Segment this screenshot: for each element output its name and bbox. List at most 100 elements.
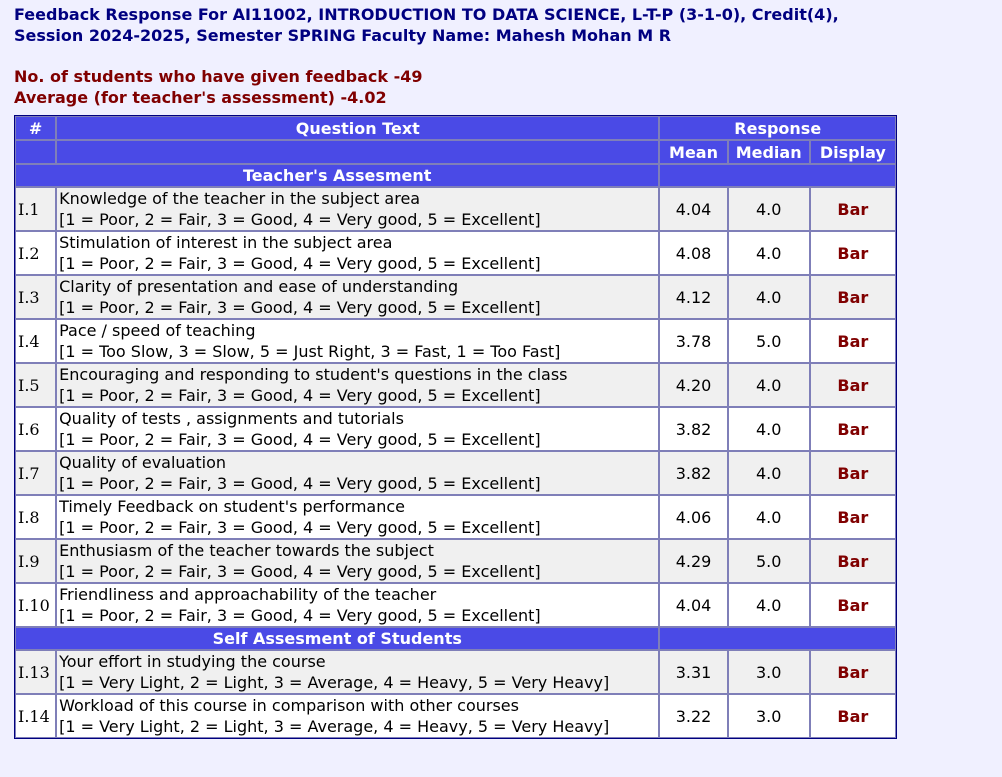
question-scale: [1 = Very Light, 2 = Light, 3 = Average,… — [59, 673, 610, 692]
display-bar-link[interactable]: Bar — [809, 319, 896, 363]
question-cell: Workload of this course in comparison wi… — [56, 694, 660, 738]
median-value: 4.0 — [727, 275, 810, 319]
question-text: Friendliness and approachability of the … — [59, 585, 437, 604]
display-bar-link[interactable]: Bar — [809, 650, 896, 694]
question-cell: Enthusiasm of the teacher towards the su… — [56, 539, 660, 583]
question-scale: [1 = Poor, 2 = Fair, 3 = Good, 4 = Very … — [59, 430, 541, 449]
median-value: 5.0 — [727, 539, 810, 583]
teacher-average: Average (for teacher's assessment) -4.02 — [14, 88, 387, 107]
question-text: Quality of evaluation — [59, 453, 226, 472]
mean-value: 4.29 — [659, 539, 728, 583]
median-value: 4.0 — [727, 583, 810, 627]
mean-value: 3.82 — [659, 407, 728, 451]
mean-value: 4.04 — [659, 583, 728, 627]
question-number: I.3 — [15, 275, 57, 319]
question-number: I.13 — [15, 650, 57, 694]
median-value: 4.0 — [727, 451, 810, 495]
question-scale: [1 = Poor, 2 = Fair, 3 = Good, 4 = Very … — [59, 474, 541, 493]
question-cell: Quality of tests , assignments and tutor… — [56, 407, 660, 451]
question-cell: Stimulation of interest in the subject a… — [56, 231, 660, 275]
mean-value: 3.22 — [659, 694, 728, 738]
mean-value: 4.20 — [659, 363, 728, 407]
section-header: Self Assesment of Students — [15, 627, 660, 650]
display-bar-link[interactable]: Bar — [809, 231, 896, 275]
table-row: I.2 Stimulation of interest in the subjec… — [15, 231, 896, 275]
question-cell: Encouraging and responding to student's … — [56, 363, 660, 407]
median-value: 4.0 — [727, 495, 810, 539]
question-scale: [1 = Poor, 2 = Fair, 3 = Good, 4 = Very … — [59, 606, 541, 625]
question-text: Workload of this course in comparison wi… — [59, 696, 519, 715]
question-number: I.1 — [15, 187, 57, 231]
table-row: I.4 Pace / speed of teaching [1 = Too Slow… — [15, 319, 896, 363]
question-text: Quality of tests , assignments and tutor… — [59, 409, 404, 428]
mean-value: 4.06 — [659, 495, 728, 539]
question-number: I.6 — [15, 407, 57, 451]
question-text: Timely Feedback on student's performance — [59, 497, 405, 516]
table-row: I.6 Quality of tests , assignments and tu… — [15, 407, 896, 451]
display-bar-link[interactable]: Bar — [809, 187, 896, 231]
title-line-2: Session 2024-2025, Semester SPRING Facul… — [14, 26, 672, 45]
display-bar-link[interactable]: Bar — [809, 694, 896, 738]
col-header-blank-1 — [15, 140, 57, 164]
display-bar-link[interactable]: Bar — [809, 539, 896, 583]
page-title: Feedback Response For AI11002, INTRODUCT… — [14, 4, 989, 46]
question-number: I.5 — [15, 363, 57, 407]
question-number: I.9 — [15, 539, 57, 583]
table-row: I.3 Clarity of presentation and ease of u… — [15, 275, 896, 319]
question-number: I.7 — [15, 451, 57, 495]
median-value: 4.0 — [727, 363, 810, 407]
table-row: I.8 Timely Feedback on student's performa… — [15, 495, 896, 539]
table-row: I.1 Knowledge of the teacher in the subje… — [15, 187, 896, 231]
question-number: I.4 — [15, 319, 57, 363]
feedback-table-body: Teacher's Assesment I.1 Knowledge of the t… — [15, 164, 896, 738]
display-bar-link[interactable]: Bar — [809, 275, 896, 319]
question-text: Pace / speed of teaching — [59, 321, 256, 340]
mean-value: 4.08 — [659, 231, 728, 275]
question-text: Stimulation of interest in the subject a… — [59, 233, 393, 252]
median-value: 3.0 — [727, 650, 810, 694]
display-bar-link[interactable]: Bar — [809, 363, 896, 407]
display-bar-link[interactable]: Bar — [809, 451, 896, 495]
mean-value: 3.82 — [659, 451, 728, 495]
question-text: Your effort in studying the course — [59, 652, 326, 671]
question-scale: [1 = Poor, 2 = Fair, 3 = Good, 4 = Very … — [59, 562, 541, 581]
table-row: I.14 Workload of this course in compariso… — [15, 694, 896, 738]
mean-value: 3.31 — [659, 650, 728, 694]
section-header-filler — [659, 164, 896, 187]
table-row: I.7 Quality of evaluation [1 = Poor, 2 = F… — [15, 451, 896, 495]
page-header: Feedback Response For AI11002, INTRODUCT… — [0, 0, 1002, 108]
question-scale: [1 = Poor, 2 = Fair, 3 = Good, 4 = Very … — [59, 386, 541, 405]
mean-value: 3.78 — [659, 319, 728, 363]
median-value: 5.0 — [727, 319, 810, 363]
question-scale: [1 = Poor, 2 = Fair, 3 = Good, 4 = Very … — [59, 518, 541, 537]
display-bar-link[interactable]: Bar — [809, 407, 896, 451]
col-header-display: Display — [809, 140, 896, 164]
table-row: I.5 Encouraging and responding to student… — [15, 363, 896, 407]
col-header-response: Response — [659, 116, 896, 140]
col-header-number: # — [15, 116, 57, 140]
question-text: Knowledge of the teacher in the subject … — [59, 189, 421, 208]
display-bar-link[interactable]: Bar — [809, 583, 896, 627]
question-number: I.14 — [15, 694, 57, 738]
median-value: 3.0 — [727, 694, 810, 738]
section-header-filler — [659, 627, 896, 650]
title-line-1: Feedback Response For AI11002, INTRODUCT… — [14, 5, 839, 24]
median-value: 4.0 — [727, 187, 810, 231]
question-cell: Friendliness and approachability of the … — [56, 583, 660, 627]
mean-value: 4.04 — [659, 187, 728, 231]
question-cell: Quality of evaluation [1 = Poor, 2 = Fair… — [56, 451, 660, 495]
question-cell: Pace / speed of teaching [1 = Too Slow, 3… — [56, 319, 660, 363]
question-number: I.10 — [15, 583, 57, 627]
question-cell: Timely Feedback on student's performance… — [56, 495, 660, 539]
table-row: I.10 Friendliness and approachability of … — [15, 583, 896, 627]
median-value: 4.0 — [727, 407, 810, 451]
col-header-blank-2 — [56, 140, 660, 164]
question-scale: [1 = Poor, 2 = Fair, 3 = Good, 4 = Very … — [59, 298, 541, 317]
table-row: I.13 Your effort in studying the course [1… — [15, 650, 896, 694]
question-scale: [1 = Poor, 2 = Fair, 3 = Good, 4 = Very … — [59, 254, 541, 273]
display-bar-link[interactable]: Bar — [809, 495, 896, 539]
median-value: 4.0 — [727, 231, 810, 275]
mean-value: 4.12 — [659, 275, 728, 319]
question-cell: Knowledge of the teacher in the subject … — [56, 187, 660, 231]
table-row: I.9 Enthusiasm of the teacher towards the… — [15, 539, 896, 583]
